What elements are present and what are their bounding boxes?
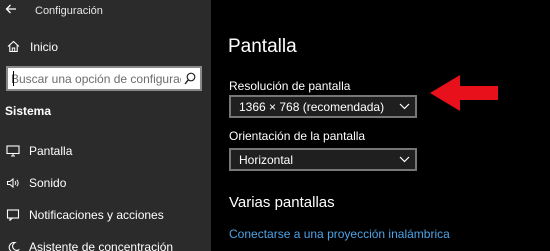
speaker-icon <box>7 177 19 189</box>
sidebar-item-label: Inicio <box>30 40 59 54</box>
orientation-label: Orientación de la pantalla <box>229 129 366 143</box>
search-box[interactable] <box>6 66 202 91</box>
sidebar-item-home[interactable]: Inicio <box>0 34 211 60</box>
home-icon <box>7 40 20 53</box>
sidebar-item-label: Notificaciones y acciones <box>29 208 164 222</box>
sidebar: Configuración Inicio Sistema Pantalla So… <box>0 0 211 251</box>
page-title: Pantalla <box>228 36 297 57</box>
window-title: Configuración <box>35 5 103 17</box>
sidebar-item-notifications[interactable]: Notificaciones y acciones <box>0 203 211 227</box>
sidebar-item-display[interactable]: Pantalla <box>0 139 211 163</box>
search-icon[interactable] <box>184 72 196 85</box>
title-bar: Configuración <box>0 0 211 26</box>
monitor-icon <box>6 145 20 157</box>
main-content: Pantalla Resolución de pantalla 1366 × 7… <box>211 0 550 251</box>
chevron-down-icon <box>399 103 410 110</box>
sidebar-item-label: Pantalla <box>29 144 73 158</box>
sidebar-item-focus-assist[interactable]: Asistente de concentración <box>0 235 211 251</box>
orientation-value: Horizontal <box>239 153 294 167</box>
search-input[interactable] <box>11 70 181 87</box>
notification-icon <box>6 209 20 221</box>
text-caret <box>13 71 14 86</box>
resolution-dropdown[interactable]: 1366 × 768 (recomendada) <box>229 95 417 118</box>
sidebar-item-label: Sonido <box>29 176 67 190</box>
chevron-down-icon <box>399 156 410 163</box>
sidebar-item-label: Asistente de concentración <box>29 240 174 251</box>
resolution-value: 1366 × 768 (recomendada) <box>239 100 385 114</box>
section-title: Sistema <box>5 104 52 118</box>
resolution-label: Resolución de pantalla <box>229 79 351 93</box>
moon-icon <box>8 241 20 251</box>
sidebar-item-sound[interactable]: Sonido <box>0 171 211 195</box>
red-arrow-annotation <box>430 75 498 111</box>
wireless-display-link[interactable]: Conectarse a una proyección inalámbrica <box>229 227 450 241</box>
back-arrow-icon[interactable] <box>4 2 18 16</box>
multiple-displays-title: Varias pantallas <box>229 194 335 211</box>
orientation-dropdown[interactable]: Horizontal <box>229 148 417 171</box>
